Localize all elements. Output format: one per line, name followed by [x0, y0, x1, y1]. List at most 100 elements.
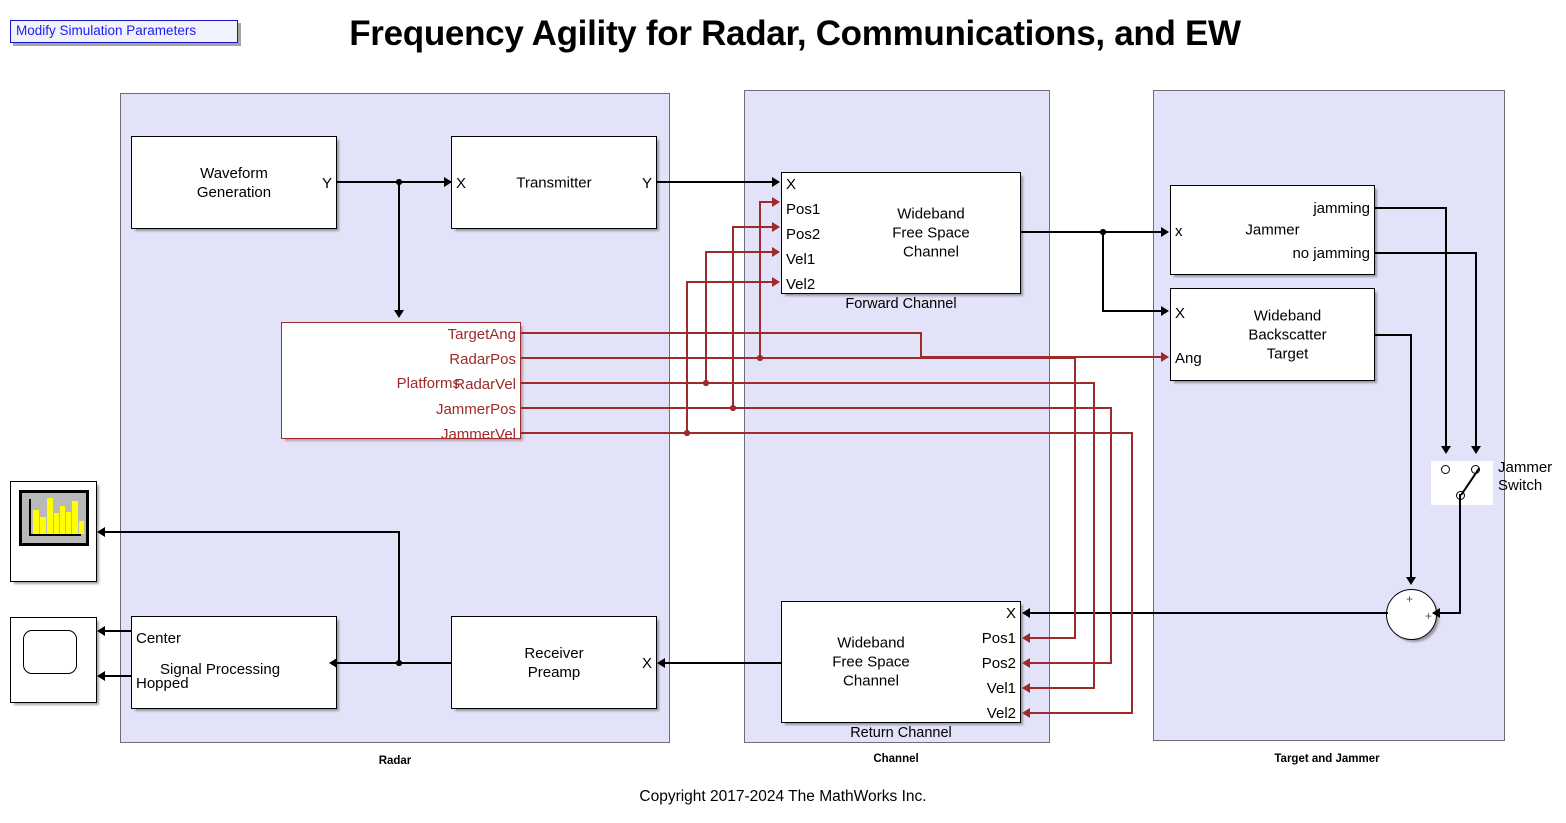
forward-channel-line3: Channel — [903, 243, 959, 261]
spectrum-analyzer-icon — [19, 490, 89, 546]
block-signal-processing[interactable]: Signal Processing Center Hopped — [131, 616, 337, 709]
wire-center-to-scope — [105, 630, 131, 632]
block-receiver-preamp-title: Receiver Preamp — [452, 644, 656, 682]
wire-jammervel-down-right — [1131, 432, 1133, 713]
wire-branch-to-spectrum-left — [105, 531, 399, 533]
wire-preamp-to-signal-processing — [337, 662, 451, 664]
wire-radarvel-to-vel1 — [705, 251, 774, 253]
arrow-sum-right-in — [1432, 608, 1440, 618]
port-return-channel-in-pos2: Pos2 — [981, 655, 1016, 672]
arrow-sum-top-in — [1406, 577, 1416, 585]
simulink-canvas: Modify Simulation Parameters Frequency A… — [0, 0, 1566, 823]
scope-icon — [23, 630, 77, 674]
wire-switch-output-to-sum — [1440, 612, 1461, 614]
port-jammer-out-jamming: jamming — [1313, 200, 1370, 217]
wire-radarpos-h — [521, 357, 1075, 359]
wire-targetang-h1 — [521, 332, 922, 334]
wire-radarpos-down-right — [1074, 357, 1076, 638]
wire-targetang-v — [920, 332, 922, 357]
block-time-scope[interactable] — [10, 617, 97, 703]
block-spectrum-analyzer[interactable] — [10, 481, 97, 582]
wire-jamming-out — [1375, 207, 1447, 209]
arrow-switch-input-1 — [1441, 446, 1451, 454]
arrow-target-ang-in — [1161, 352, 1169, 362]
wire-jammerpos-to-return-pos2 — [1030, 662, 1112, 664]
wire-jammervel-to-vel2 — [686, 281, 774, 283]
port-jammer-in-x: x — [1175, 223, 1183, 240]
arrow-platforms-in — [394, 310, 404, 318]
port-receiver-preamp-in-x: X — [641, 655, 652, 672]
port-signal-processing-out-center: Center — [136, 630, 182, 647]
waveform-generation-line1: Waveform — [200, 164, 268, 182]
block-platforms[interactable]: Platforms TargetAng RadarPos RadarVel Ja… — [281, 322, 521, 442]
block-forward-channel[interactable]: Wideband Free Space Channel X Pos1 Pos2 … — [781, 172, 1021, 294]
subsystem-label-radar: Radar — [378, 755, 412, 767]
arrow-forward-vel2-in — [772, 277, 780, 287]
block-return-channel-title: Wideband Free Space Channel — [782, 634, 960, 691]
block-receiver-preamp[interactable]: Receiver Preamp X — [451, 616, 657, 709]
backscatter-target-line3: Target — [1266, 345, 1309, 362]
arrow-return-pos2-in — [1022, 658, 1030, 668]
wire-jammerpos-up — [732, 226, 734, 408]
return-channel-line2: Free Space — [832, 653, 910, 671]
caption-jammer-switch: Jammer Switch — [1498, 459, 1552, 495]
wire-jammervel-h — [521, 432, 1133, 434]
port-platforms-out-radarvel: RadarVel — [454, 376, 516, 393]
modify-simulation-parameters-button[interactable]: Modify Simulation Parameters — [10, 20, 238, 43]
port-return-channel-in-vel2: Vel2 — [986, 705, 1016, 722]
port-backscatter-target-in-ang: Ang — [1175, 350, 1202, 367]
wire-target-out — [1375, 334, 1412, 336]
block-jammer[interactable]: Jammer x jamming no jamming — [1170, 185, 1375, 275]
port-forward-channel-in-vel2: Vel2 — [786, 276, 816, 293]
jammer-switch-line1: Jammer — [1498, 459, 1553, 476]
jammer-switch-line2: Switch — [1498, 477, 1543, 494]
block-transmitter[interactable]: Transmitter X Y — [451, 136, 657, 229]
arrow-spectrum-in — [97, 527, 105, 537]
port-forward-channel-in-pos1: Pos1 — [786, 201, 821, 218]
port-backscatter-target-in-x: X — [1175, 305, 1186, 322]
wire-jammerpos-to-pos2 — [732, 226, 774, 228]
arrow-forward-vel1-in — [772, 247, 780, 257]
wire-jammerpos-down-right — [1110, 407, 1112, 663]
port-transmitter-out-y: Y — [641, 175, 652, 192]
block-jammer-switch[interactable] — [1431, 461, 1493, 505]
wire-jammervel-up — [686, 281, 688, 433]
switch-node-input-1 — [1441, 465, 1450, 474]
wire-jamming-down — [1445, 207, 1447, 447]
sum-sign-right: + — [1424, 609, 1432, 623]
port-forward-channel-in-vel1: Vel1 — [786, 251, 816, 268]
block-platforms-title: Platforms — [396, 375, 460, 392]
wire-radarpos-up — [759, 201, 761, 358]
wire-forward-channel-to-jammer — [1021, 231, 1163, 233]
wire-transmitter-to-forward-channel — [657, 181, 774, 183]
arrow-forward-pos2-in — [772, 222, 780, 232]
arrow-return-channel-x-in — [1022, 608, 1030, 618]
wire-radarvel-down-right — [1093, 382, 1095, 688]
arrow-scope-hopped-in — [97, 671, 105, 681]
port-platforms-out-jammerpos: JammerPos — [435, 401, 516, 418]
block-waveform-generation-title: Waveform Generation — [132, 164, 336, 202]
wire-waveform-to-platforms — [398, 181, 400, 311]
wire-jammervel-to-return-vel2 — [1030, 712, 1133, 714]
port-forward-channel-in-pos2: Pos2 — [786, 226, 821, 243]
wire-radarpos-to-return-pos1 — [1030, 637, 1076, 639]
block-backscatter-target[interactable]: Wideband Backscatter Target X Ang — [1170, 288, 1375, 381]
wire-radarvel-to-return-vel1 — [1030, 687, 1095, 689]
arrow-scope-center-in — [97, 626, 105, 636]
port-platforms-out-radarpos: RadarPos — [449, 351, 516, 368]
arrow-signal-processing-in — [329, 658, 337, 668]
block-sum[interactable]: + + — [1386, 589, 1437, 640]
port-transmitter-in-x: X — [456, 175, 467, 192]
page-title: Frequency Agility for Radar, Communicati… — [349, 14, 1241, 53]
block-jammer-title: Jammer — [1245, 221, 1300, 239]
block-waveform-generation[interactable]: Waveform Generation Y — [131, 136, 337, 229]
port-return-channel-in-x: X — [1005, 605, 1016, 622]
wire-sum-to-return-channel — [1030, 612, 1388, 614]
arrow-forward-channel-x-in — [772, 177, 780, 187]
sum-sign-top: + — [1406, 592, 1414, 606]
block-forward-channel-title: Wideband Free Space Channel — [842, 205, 1020, 262]
block-return-channel[interactable]: Wideband Free Space Channel X Pos1 Pos2 … — [781, 601, 1021, 723]
caption-return-channel: Return Channel — [850, 725, 952, 741]
wire-no-jamming-down — [1475, 252, 1477, 447]
arrow-switch-input-2 — [1471, 446, 1481, 454]
